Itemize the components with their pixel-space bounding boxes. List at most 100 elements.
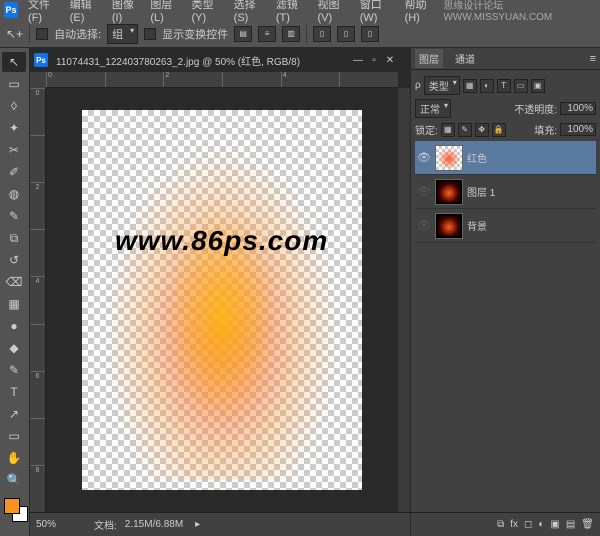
menu-file[interactable]: 文件(F) [24,0,64,26]
filter-pixel-icon[interactable]: ▦ [463,79,477,93]
menu-edit[interactable]: 编辑(E) [66,0,106,26]
tab-channels[interactable]: 通道 [451,49,479,68]
lock-pixels-icon[interactable]: ✎ [458,123,472,137]
align-icon[interactable]: ≡ [258,26,276,42]
zoom-tool[interactable]: 🔍 [2,470,26,490]
menu-image[interactable]: 图像(I) [108,0,144,26]
stamp-tool[interactable]: ⧉ [2,228,26,248]
layer-name[interactable]: 红色 [467,150,487,165]
hand-tool[interactable]: ✋ [2,448,26,468]
maximize-icon[interactable]: ▫ [368,54,380,66]
close-icon[interactable]: ✕ [384,54,396,66]
distribute-icon[interactable]: ▯ [337,26,355,42]
type-tool[interactable]: T [2,382,26,402]
pen-tool[interactable]: ✎ [2,360,26,380]
scrollbar-vertical[interactable] [398,88,410,512]
lasso-tool[interactable]: ◊ [2,96,26,116]
panel-tabs: 图层 通道 ≡ [411,48,600,70]
move-tool[interactable]: ↖ [2,52,26,72]
fill-input[interactable]: 100% [560,123,596,136]
layer-thumb[interactable] [435,179,463,205]
filter-smart-icon[interactable]: ▣ [531,79,545,93]
lock-transparency-icon[interactable]: ▦ [441,123,455,137]
ruler-vertical[interactable]: 02468 [30,88,46,512]
layer-row[interactable]: 👁 背景 [415,209,596,243]
menu-select[interactable]: 选择(S) [230,0,270,26]
separator [306,25,307,43]
auto-select-checkbox[interactable] [36,28,48,40]
ps-doc-icon: Ps [34,53,48,67]
link-layers-icon[interactable]: ⧉ [497,519,504,530]
marquee-tool[interactable]: ▭ [2,74,26,94]
tab-layers[interactable]: 图层 [415,49,443,68]
layer-name[interactable]: 图层 1 [467,184,495,199]
lock-label: 锁定: [415,122,438,137]
layer-name[interactable]: 背景 [467,218,487,233]
visibility-icon[interactable]: 👁 [417,151,431,164]
menu-window[interactable]: 窗口(W) [356,0,399,26]
panel-menu-icon[interactable]: ≡ [590,53,600,65]
brush-tool[interactable]: ✎ [2,206,26,226]
ruler-horizontal[interactable]: 024 [46,72,398,88]
path-tool[interactable]: ↗ [2,404,26,424]
document-area: Ps 11074431_122403780263_2.jpg @ 50% (红色… [30,48,410,536]
document-title[interactable]: 11074431_122403780263_2.jpg @ 50% (红色, R… [56,53,300,68]
ruler-corner [30,72,46,88]
canvas[interactable] [46,88,398,512]
menu-type[interactable]: 类型(Y) [187,0,227,26]
search-icon[interactable]: ρ [415,80,421,91]
align-icon[interactable]: ▥ [282,26,300,42]
visibility-icon[interactable]: 👁 [417,185,431,198]
new-layer-icon[interactable]: ▤ [566,519,575,530]
eraser-tool[interactable]: ⌫ [2,272,26,292]
fx-icon[interactable]: fx [510,519,518,530]
distribute-icon[interactable]: ▯ [361,26,379,42]
mask-icon[interactable]: ◻ [524,519,532,530]
layer-row[interactable]: 👁 图层 1 [415,175,596,209]
wand-tool[interactable]: ✦ [2,118,26,138]
flame-image [92,120,352,480]
blur-tool[interactable]: ● [2,316,26,336]
auto-select-target[interactable]: 组 [107,24,138,44]
canvas-content[interactable] [82,110,362,490]
filter-adjust-icon[interactable]: ◐ [480,79,494,93]
filter-type-icon[interactable]: T [497,79,511,93]
eyedropper-tool[interactable]: ✐ [2,162,26,182]
history-brush-tool[interactable]: ↺ [2,250,26,270]
heal-tool[interactable]: ◍ [2,184,26,204]
menu-view[interactable]: 视图(V) [314,0,354,26]
toolbar: ↖ ▭ ◊ ✦ ✂ ✐ ◍ ✎ ⧉ ↺ ⌫ ▦ ● ◆ ✎ T ↗ ▭ ✋ 🔍 [0,48,30,536]
document-tab-bar: Ps 11074431_122403780263_2.jpg @ 50% (红色… [30,48,400,72]
visibility-icon[interactable]: 👁 [417,219,431,232]
foreground-color[interactable] [4,498,20,514]
menu-filter[interactable]: 滤镜(T) [272,0,312,26]
align-icon[interactable]: ▤ [234,26,252,42]
crop-tool[interactable]: ✂ [2,140,26,160]
dodge-tool[interactable]: ◆ [2,338,26,358]
lock-position-icon[interactable]: ✥ [475,123,489,137]
separator [29,25,30,43]
layer-thumb[interactable] [435,213,463,239]
site-tag: 思缘设计论坛 WWW.MISSYUAN.COM [443,0,600,23]
status-flyout-icon[interactable]: ▸ [195,519,200,530]
blend-mode-select[interactable]: 正常 [415,99,451,118]
gradient-tool[interactable]: ▦ [2,294,26,314]
trash-icon[interactable]: 🗑 [581,519,594,530]
shape-tool[interactable]: ▭ [2,426,26,446]
minimize-icon[interactable]: — [352,54,364,66]
layer-row[interactable]: 👁 红色 [415,141,596,175]
filter-shape-icon[interactable]: ▭ [514,79,528,93]
menu-help[interactable]: 帮助(H) [401,0,442,26]
group-icon[interactable]: ▣ [550,519,559,530]
zoom-level[interactable]: 50% [36,519,86,530]
opacity-input[interactable]: 100% [560,102,596,115]
color-swatches[interactable] [2,498,27,524]
layer-thumb[interactable] [435,145,463,171]
menu-bar: Ps 文件(F) 编辑(E) 图像(I) 图层(L) 类型(Y) 选择(S) 滤… [0,0,600,20]
distribute-icon[interactable]: ▯ [313,26,331,42]
filter-kind-select[interactable]: 类型 [424,76,460,95]
menu-layer[interactable]: 图层(L) [146,0,185,26]
lock-all-icon[interactable]: 🔒 [492,123,506,137]
adjust-icon[interactable]: ◐ [538,519,544,530]
show-transform-checkbox[interactable] [144,28,156,40]
